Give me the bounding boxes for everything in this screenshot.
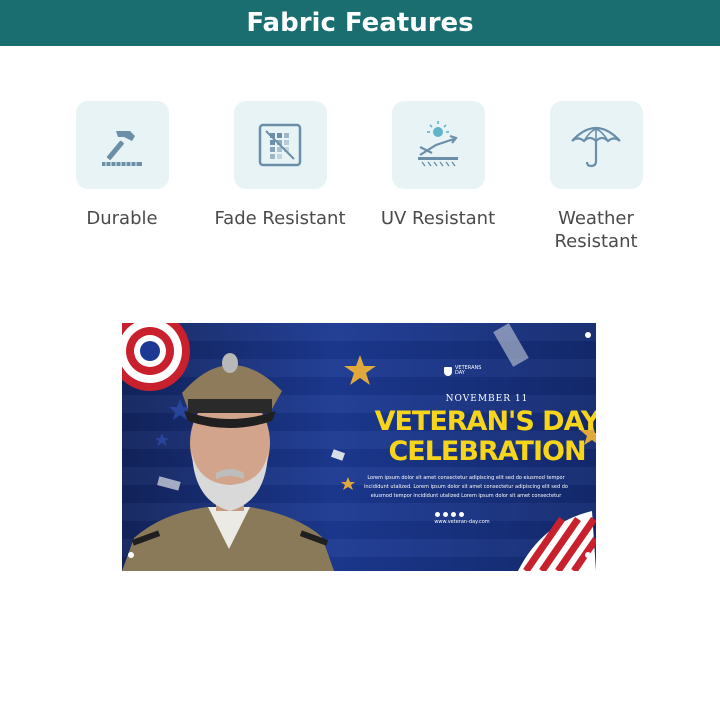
gold-star — [341, 477, 355, 490]
social-icon — [459, 512, 464, 517]
feature-tile — [549, 101, 643, 189]
fade-icon — [258, 123, 302, 167]
grommet — [585, 332, 591, 338]
feature-label: Durable — [86, 208, 158, 229]
feature-uv-resistant: UV Resistant — [358, 101, 518, 230]
feature-label: UV Resistant — [380, 208, 496, 229]
feature-tile — [233, 101, 327, 189]
social-icons — [435, 512, 464, 517]
grommet — [585, 552, 591, 558]
shield-icon — [444, 366, 452, 376]
product-banner-image: VETERANS DAY NOVEMBER 11 VETERAN'S DAY C… — [122, 323, 596, 571]
veterans-day-logo: VETERANS DAY — [444, 366, 481, 376]
gold-star — [344, 355, 376, 385]
banner-body-text: Lorem ipsum dolor sit amet consectetur a… — [364, 475, 568, 499]
banner-url: www.veteran-day.com — [434, 519, 490, 525]
flag-bunting-decoration — [122, 323, 190, 391]
feature-durable: Durable — [42, 101, 202, 230]
confetti — [493, 323, 529, 367]
social-icon — [435, 512, 440, 517]
feature-label: Weather Resistant — [554, 208, 638, 252]
hammer-icon — [102, 131, 142, 166]
sun-uv-icon — [418, 121, 458, 167]
banner-date: NOVEMBER 11 — [445, 394, 529, 404]
grommet — [128, 552, 134, 558]
page-header: Fabric Features — [0, 0, 720, 46]
social-icon — [451, 512, 456, 517]
flag-corner-decoration — [518, 511, 596, 571]
feature-tile — [75, 101, 169, 189]
feature-weather-resistant: Weather Resistant — [516, 101, 676, 253]
social-icon — [443, 512, 448, 517]
confetti — [157, 476, 181, 491]
logo-text: VETERANS DAY — [455, 365, 482, 376]
banner-title: VETERAN'S DAY CELEBRATION — [374, 406, 596, 467]
page-title: Fabric Features — [246, 8, 474, 38]
umbrella-icon — [571, 126, 621, 168]
feature-tile — [391, 101, 485, 189]
feature-fade-resistant: Fade Resistant — [200, 101, 360, 230]
confetti — [330, 449, 346, 461]
feature-label: Fade Resistant — [214, 208, 346, 229]
